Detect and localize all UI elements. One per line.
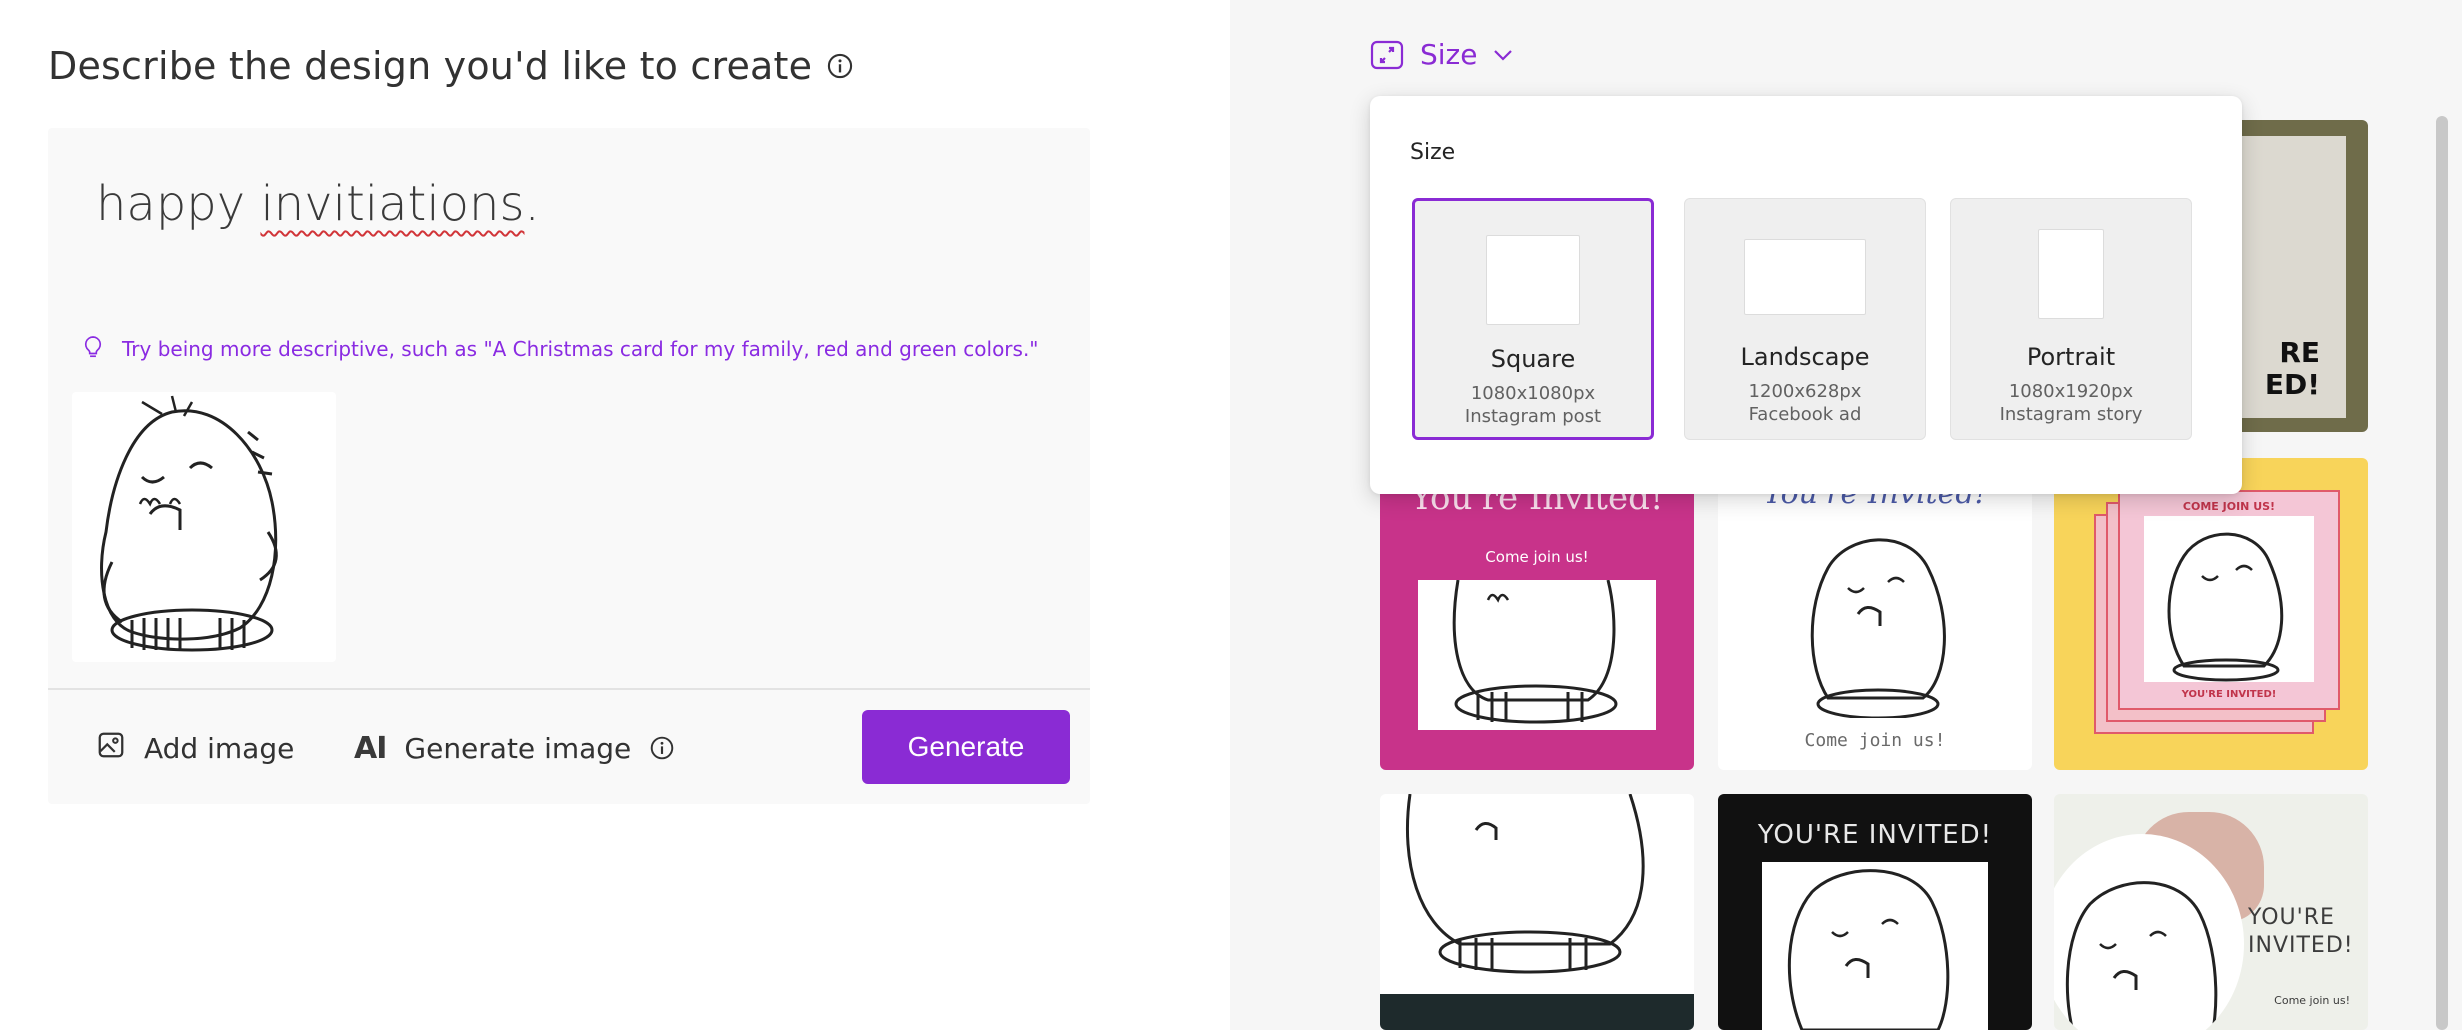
lightbulb-icon — [82, 334, 108, 364]
page-title: Describe the design you'd like to create — [48, 44, 854, 88]
design-yellow-bottom-text: YOU'RE INVITED! — [2181, 689, 2277, 700]
design-black-photo — [1762, 862, 1988, 1030]
image-icon — [96, 730, 126, 767]
ai-icon: AI — [354, 730, 387, 766]
prompt-input[interactable]: happy invitiations. — [96, 176, 540, 232]
design-black-title: YOU'RE INVITED! — [1757, 820, 1993, 850]
design-sage-title: YOU'RE INVITED! — [2248, 905, 2354, 958]
gallery-scrollbar[interactable] — [2436, 116, 2448, 1030]
design-white-photo — [1778, 518, 1978, 718]
design-sage-subtitle: Come join us! — [2274, 994, 2350, 1007]
design-pink-subtitle: Come join us! — [1485, 548, 1589, 566]
add-image-label: Add image — [144, 731, 295, 765]
design-yellow-top-text: COME JOIN US! — [2182, 500, 2276, 513]
design-olive-text-a: RE — [2279, 336, 2320, 369]
design-white-subtitle: Come join us! — [1804, 730, 1946, 751]
resize-icon — [1370, 40, 1404, 70]
design-option-sage[interactable]: YOU'RE INVITED! Come join us! — [2054, 794, 2368, 1030]
size-option-name: Portrait — [2026, 343, 2116, 371]
prompt-tip: Try being more descriptive, such as "A C… — [82, 334, 1039, 364]
misspelled-word[interactable]: invitiations — [260, 176, 524, 232]
square-shape-preview — [1486, 235, 1580, 325]
prompt-text-start: happy — [96, 176, 261, 232]
design-option-yellow[interactable]: COME JOIN US! YOU'RE INVITED! — [2054, 458, 2368, 770]
size-option-name: Square — [1490, 345, 1576, 373]
info-icon[interactable] — [826, 52, 854, 80]
size-option-dimensions: 1080x1920px — [2008, 381, 2134, 402]
size-panel-title: Size — [1410, 140, 1456, 165]
design-teal-band — [1380, 994, 1694, 1030]
design-prompt-pane: Describe the design you'd like to create… — [0, 0, 1230, 1030]
size-option-landscape[interactable]: Landscape 1200x628px Facebook ad — [1684, 198, 1926, 440]
size-option-name: Landscape — [1740, 343, 1870, 371]
chevron-down-icon — [1493, 49, 1513, 61]
size-option-use: Facebook ad — [1748, 404, 1862, 425]
design-option-white[interactable]: You're Invited! Come join us! — [1718, 458, 2032, 770]
size-toggle-label: Size — [1420, 38, 1478, 71]
add-image-button[interactable]: Add image — [96, 720, 294, 776]
design-option-teal[interactable] — [1380, 794, 1694, 1030]
size-option-dimensions: 1080x1080px — [1470, 383, 1596, 404]
size-dropdown-toggle[interactable]: Size — [1370, 38, 1513, 71]
size-option-dimensions: 1200x628px — [1748, 381, 1862, 402]
generate-button[interactable]: Generate — [862, 710, 1070, 784]
prompt-text-end: . — [524, 176, 540, 232]
generate-image-label: Generate image — [404, 731, 632, 765]
uploaded-image-thumbnail[interactable] — [72, 392, 336, 662]
size-option-use: Instagram post — [1464, 406, 1602, 427]
size-option-use: Instagram story — [1999, 404, 2143, 425]
portrait-shape-preview — [2038, 229, 2104, 319]
size-option-square[interactable]: Square 1080x1080px Instagram post — [1412, 198, 1654, 440]
design-pink-photo — [1418, 580, 1656, 730]
design-option-pink[interactable]: You're Invited! Come join us! — [1380, 458, 1694, 770]
size-option-portrait[interactable]: Portrait 1080x1920px Instagram story — [1950, 198, 2192, 440]
prompt-card: happy invitiations. Try being more descr… — [48, 128, 1090, 804]
design-olive-text-b: ED! — [2264, 368, 2320, 401]
size-dropdown-panel: Size Square 1080x1080px Instagram post L… — [1370, 96, 2242, 494]
ghost-sketch-image — [100, 395, 278, 652]
page-title-text: Describe the design you'd like to create — [48, 44, 813, 88]
info-icon[interactable] — [649, 735, 675, 761]
generate-image-button[interactable]: AI Generate image — [354, 720, 675, 776]
tip-text: Try being more descriptive, such as "A C… — [122, 337, 1039, 361]
design-yellow-photo — [2144, 516, 2314, 682]
design-yellow-card: COME JOIN US! YOU'RE INVITED! — [2118, 490, 2340, 710]
landscape-shape-preview — [1744, 239, 1866, 315]
design-option-black[interactable]: YOU'RE INVITED! — [1718, 794, 2032, 1030]
